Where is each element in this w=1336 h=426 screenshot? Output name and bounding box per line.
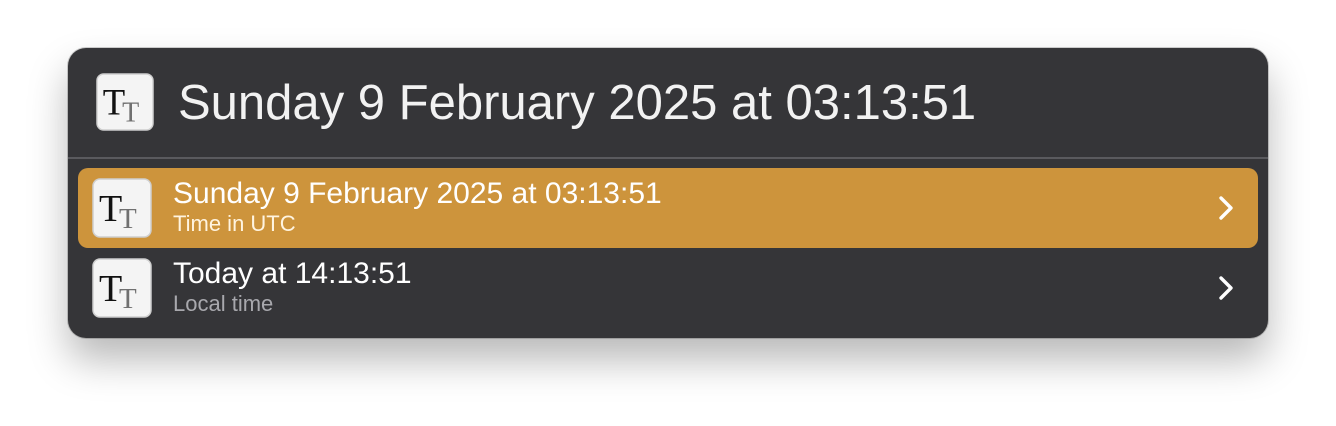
- header-divider: [68, 157, 1268, 159]
- chevron-right-icon[interactable]: [1210, 192, 1242, 224]
- svg-text:T: T: [119, 203, 137, 235]
- result-subtitle: Local time: [173, 291, 274, 316]
- chevron-right-icon[interactable]: [1210, 272, 1242, 304]
- svg-text:T: T: [119, 283, 137, 315]
- text-tt-icon: T T: [96, 73, 154, 131]
- result-item-utc[interactable]: T T Sunday 9 February 2025 at 03:13:51 T…: [78, 168, 1258, 248]
- query-header: T T Sunday 9 February 2025 at 03:13:51: [68, 48, 1268, 157]
- result-title: Today at 14:13:51: [173, 257, 412, 290]
- text-tt-icon: T T: [92, 178, 152, 238]
- svg-text:T: T: [122, 97, 139, 128]
- result-title: Sunday 9 February 2025 at 03:13:51: [173, 177, 662, 210]
- launcher-window: T T Sunday 9 February 2025 at 03:13:51 T…: [68, 48, 1268, 338]
- text-tt-icon: T T: [92, 258, 152, 318]
- query-title: Sunday 9 February 2025 at 03:13:51: [178, 76, 977, 130]
- result-subtitle: Time in UTC: [173, 211, 296, 236]
- result-item-local[interactable]: T T Today at 14:13:51 Local time: [78, 248, 1258, 328]
